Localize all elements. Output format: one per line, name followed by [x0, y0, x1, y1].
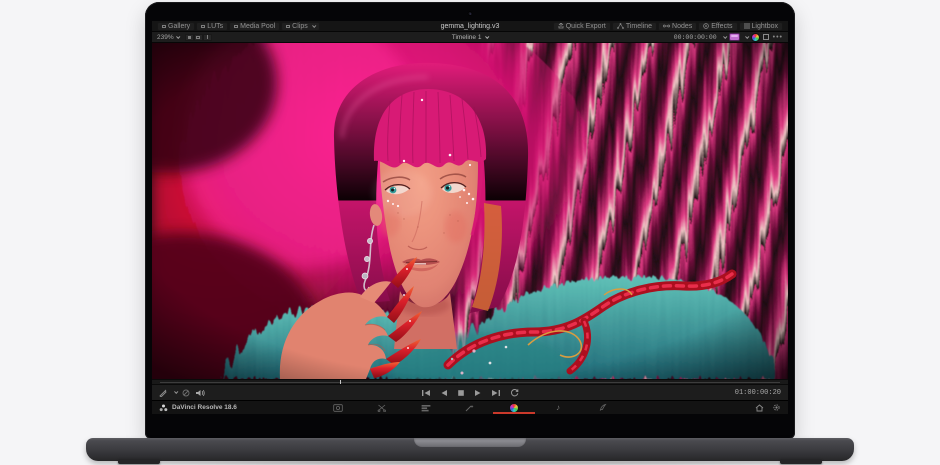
- effects-button[interactable]: Effects: [698, 22, 737, 31]
- speaker-icon[interactable]: [195, 389, 205, 397]
- quick-export-button[interactable]: Quick Export: [553, 22, 611, 31]
- chevron-down-icon: [312, 23, 316, 27]
- timeline-selector-label: Timeline 1: [452, 34, 482, 41]
- viewer-toggle-wipe[interactable]: [203, 34, 212, 41]
- effects-label: Effects: [711, 23, 732, 30]
- lightbox-button[interactable]: Lightbox: [739, 22, 783, 31]
- transport-bar: 01:00:00:20: [152, 384, 788, 400]
- chevron-down-icon: [485, 34, 489, 38]
- deliver-page-icon[interactable]: [595, 401, 609, 414]
- color-wheel-icon: [510, 404, 518, 412]
- zoom-level-select[interactable]: 239%: [157, 34, 179, 41]
- viewer-canvas[interactable]: [152, 43, 788, 379]
- viewer-toggle-single[interactable]: [185, 34, 194, 41]
- toolbar-right-group: Quick Export Timeline Nodes Effects: [553, 22, 783, 31]
- cut-page-icon[interactable]: [375, 401, 389, 414]
- clips-button[interactable]: Clips: [281, 22, 320, 31]
- loop-button[interactable]: [510, 388, 519, 397]
- unmix-icon[interactable]: [182, 389, 190, 397]
- source-timecode: 00:00:00:00: [674, 34, 717, 41]
- toolbar-left-group: Gallery LUTs Media Pool Clips: [157, 21, 320, 31]
- play-reverse-button[interactable]: [440, 389, 448, 397]
- luts-label: LUTs: [207, 23, 223, 30]
- skip-start-button[interactable]: [421, 389, 431, 397]
- viewer-toggle-split[interactable]: [194, 34, 203, 41]
- jog-track: [160, 382, 780, 383]
- webcam-icon: [468, 11, 473, 16]
- play-button[interactable]: [474, 389, 482, 397]
- timeline-label: Timeline: [626, 23, 652, 30]
- clips-label: Clips: [292, 23, 308, 30]
- timeline-button[interactable]: Timeline: [612, 22, 657, 31]
- lightbox-label: Lightbox: [752, 23, 778, 30]
- fairlight-page-icon[interactable]: ♪: [551, 401, 565, 414]
- chevron-down-icon[interactable]: [723, 34, 727, 38]
- viewer-image: [152, 43, 788, 379]
- expand-viewer-icon[interactable]: [763, 34, 769, 40]
- clips-icon: [286, 25, 290, 28]
- lightbox-icon: [744, 23, 750, 29]
- zoom-level-value: 239%: [157, 34, 174, 41]
- laptop-foot: [780, 459, 822, 464]
- gallery-label: Gallery: [168, 23, 190, 30]
- desktop-background: Gallery LUTs Media Pool Clips: [0, 0, 940, 465]
- media-page-icon[interactable]: [331, 401, 345, 414]
- export-icon: [558, 23, 564, 29]
- music-note-icon: ♪: [556, 404, 560, 412]
- nodes-label: Nodes: [672, 23, 692, 30]
- chevron-down-icon: [176, 34, 180, 38]
- color-wheel-icon[interactable]: [752, 34, 759, 41]
- fusion-page-icon[interactable]: [463, 401, 477, 414]
- color-page-icon[interactable]: [507, 401, 521, 414]
- overflow-menu-icon[interactable]: •••: [773, 35, 783, 40]
- laptop-base: [86, 438, 854, 461]
- viewer-toolbar: 239% Timeline 1 00:00:00:00: [152, 32, 788, 43]
- page-status-bar: DaVinci Resolve 18.6: [152, 400, 788, 414]
- monitor-output-icon[interactable]: [730, 34, 739, 40]
- playback-controls: [152, 388, 788, 397]
- top-toolbar: Gallery LUTs Media Pool Clips: [152, 21, 788, 32]
- laptop-foot: [118, 459, 160, 464]
- nodes-button[interactable]: Nodes: [658, 22, 697, 31]
- gallery-button[interactable]: Gallery: [157, 22, 195, 31]
- luts-icon: [201, 25, 205, 28]
- chevron-down-icon[interactable]: [174, 390, 178, 394]
- record-timecode: 01:00:00:20: [735, 389, 781, 397]
- quick-export-label: Quick Export: [566, 23, 606, 30]
- media-pool-button[interactable]: Media Pool: [229, 22, 280, 31]
- edit-page-icon[interactable]: [419, 401, 433, 414]
- laptop-screen: Gallery LUTs Media Pool Clips: [145, 2, 795, 439]
- davinci-resolve-window: Gallery LUTs Media Pool Clips: [152, 21, 788, 414]
- media-pool-icon: [234, 25, 238, 28]
- media-pool-label: Media Pool: [240, 23, 275, 30]
- effects-icon: [703, 23, 709, 29]
- lid-notch: [414, 438, 526, 447]
- page-switcher: ♪: [152, 401, 788, 414]
- chevron-down-icon[interactable]: [745, 34, 749, 38]
- gallery-icon: [162, 25, 166, 28]
- viewer-toolbar-right: 00:00:00:00 •••: [674, 34, 783, 41]
- stop-button[interactable]: [457, 389, 465, 397]
- timeline-icon: [617, 23, 624, 29]
- skip-end-button[interactable]: [491, 389, 501, 397]
- annotation-pen-icon[interactable]: [159, 389, 167, 397]
- luts-button[interactable]: LUTs: [196, 22, 228, 31]
- nodes-icon: [663, 23, 670, 29]
